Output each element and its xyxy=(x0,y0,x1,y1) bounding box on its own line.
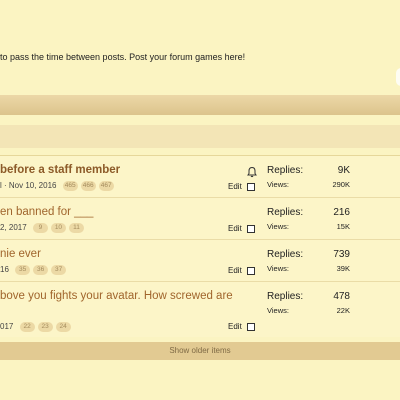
page-jump-links: 22 23 24 xyxy=(19,322,71,332)
thread-meta: 16 35 36 37 xyxy=(0,265,67,275)
thread-meta: 2, 2017 9 10 11 xyxy=(0,223,84,233)
replies-count: 9K xyxy=(337,165,350,176)
scroll-handle[interactable] xyxy=(396,68,400,86)
replies-label: Replies: xyxy=(267,291,304,302)
section-header-bar xyxy=(0,95,400,115)
thread-edit-control: Edit xyxy=(228,266,255,275)
thread-start-info: 017 xyxy=(0,322,14,332)
page-link[interactable]: 467 xyxy=(98,181,114,191)
thread-row: before a staff member l · Nov 10, 2016 4… xyxy=(0,156,400,198)
thread-title-link[interactable]: en banned for ___ xyxy=(0,206,93,218)
replies-count: 478 xyxy=(333,291,350,302)
views-label: Views: xyxy=(267,180,289,189)
thread-meta: 017 22 23 24 xyxy=(0,322,71,332)
page-link[interactable]: 35 xyxy=(15,265,31,275)
thread-stats: Replies: 739 Views: 39K xyxy=(267,249,350,275)
edit-link[interactable]: Edit xyxy=(228,224,242,233)
replies-label: Replies: xyxy=(267,249,304,260)
replies-label: Replies: xyxy=(267,207,304,218)
views-count: 22K xyxy=(336,306,350,315)
thread-start-info: 2, 2017 xyxy=(0,223,27,233)
thread-stats: Replies: 9K Views: 290K xyxy=(267,165,350,191)
page-link[interactable]: 9 xyxy=(32,223,48,233)
page-link[interactable]: 37 xyxy=(51,265,67,275)
edit-link[interactable]: Edit xyxy=(228,182,242,191)
thread-row: en banned for ___ 2, 2017 9 10 11 Edit R… xyxy=(0,198,400,240)
thread-title-link[interactable]: nie ever xyxy=(0,248,41,260)
show-older-items-button[interactable]: Show older items xyxy=(0,342,400,360)
page-link[interactable]: 466 xyxy=(80,181,96,191)
thread-stats: Replies: 478 Views: 22K xyxy=(267,291,350,317)
select-checkbox[interactable] xyxy=(246,224,255,233)
sticky-threads-bar xyxy=(0,125,400,148)
thread-edit-control: Edit xyxy=(228,322,255,331)
thread-title-link[interactable]: bove you fights your avatar. How screwed… xyxy=(0,290,233,302)
thread-start-info: 16 xyxy=(0,265,9,275)
thread-edit-control: Edit xyxy=(228,182,255,191)
views-count: 15K xyxy=(336,222,350,231)
page-link[interactable]: 36 xyxy=(33,265,49,275)
thread-title-link[interactable]: before a staff member xyxy=(0,164,120,176)
edit-link[interactable]: Edit xyxy=(228,266,242,275)
forum-description: to pass the time between posts. Post you… xyxy=(0,52,246,62)
replies-count: 739 xyxy=(333,249,350,260)
thread-start-info: l · Nov 10, 2016 xyxy=(0,181,57,191)
replies-count: 216 xyxy=(333,207,350,218)
page-link[interactable]: 24 xyxy=(55,322,71,332)
select-checkbox[interactable] xyxy=(246,266,255,275)
views-label: Views: xyxy=(267,306,289,315)
edit-link[interactable]: Edit xyxy=(228,322,242,331)
thread-row: nie ever 16 35 36 37 Edit Replies: 739 V… xyxy=(0,240,400,282)
page-jump-links: 465 466 467 xyxy=(62,181,114,191)
page-link[interactable]: 22 xyxy=(19,322,35,332)
page-link[interactable]: 465 xyxy=(62,181,78,191)
views-count: 39K xyxy=(336,264,350,273)
thread-list: before a staff member l · Nov 10, 2016 4… xyxy=(0,155,400,337)
page-link[interactable]: 11 xyxy=(68,223,84,233)
page-link[interactable]: 10 xyxy=(50,223,66,233)
page-jump-links: 9 10 11 xyxy=(32,223,84,233)
select-checkbox[interactable] xyxy=(246,322,255,331)
thread-stats: Replies: 216 Views: 15K xyxy=(267,207,350,233)
views-label: Views: xyxy=(267,264,289,273)
thread-meta: l · Nov 10, 2016 465 466 467 xyxy=(0,181,114,191)
thread-edit-control: Edit xyxy=(228,224,255,233)
thread-row: bove you fights your avatar. How screwed… xyxy=(0,282,400,337)
replies-label: Replies: xyxy=(267,165,304,176)
views-count: 290K xyxy=(332,180,350,189)
select-checkbox[interactable] xyxy=(246,182,255,191)
page-jump-links: 35 36 37 xyxy=(15,265,67,275)
page-link[interactable]: 23 xyxy=(37,322,53,332)
views-label: Views: xyxy=(267,222,289,231)
watch-bell-icon[interactable] xyxy=(246,166,258,178)
